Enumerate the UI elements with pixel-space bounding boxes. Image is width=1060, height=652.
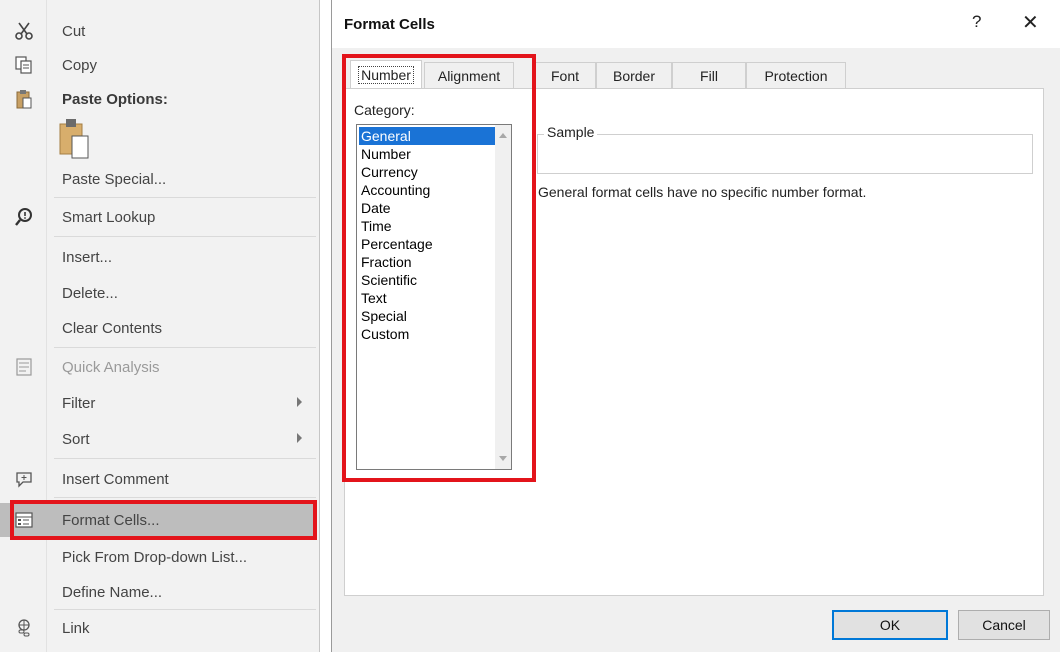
- sample-box: [537, 134, 1033, 174]
- tab-number[interactable]: Number: [350, 60, 422, 88]
- menu-item-paste-special[interactable]: Paste Special...: [0, 162, 316, 196]
- category-option-accounting[interactable]: Accounting: [359, 181, 430, 199]
- tab-fill[interactable]: Fill: [672, 62, 746, 88]
- category-option-general[interactable]: General: [359, 127, 497, 145]
- category-option-time[interactable]: Time: [359, 217, 392, 235]
- tab-label: Alignment: [437, 67, 501, 84]
- context-menu: Cut Copy Paste Options: Paste Special...…: [0, 0, 320, 652]
- category-scrollbar[interactable]: [495, 125, 511, 469]
- menu-item-label: Smart Lookup: [62, 208, 156, 226]
- ok-button[interactable]: OK: [832, 610, 948, 640]
- category-option-currency[interactable]: Currency: [359, 163, 418, 181]
- menu-item-define-name[interactable]: Define Name...: [0, 575, 316, 609]
- category-option-text[interactable]: Text: [359, 289, 387, 307]
- category-option-fraction[interactable]: Fraction: [359, 253, 412, 271]
- menu-item-label: Clear Contents: [62, 319, 163, 337]
- tab-font[interactable]: Font: [534, 62, 596, 88]
- menu-item-label: Insert Comment: [62, 470, 169, 488]
- menu-separator: [54, 236, 316, 237]
- menu-item-format-cells[interactable]: Format Cells...: [0, 503, 316, 537]
- scroll-up-icon[interactable]: [499, 133, 507, 138]
- format-description: General format cells have no specific nu…: [538, 184, 867, 200]
- menu-separator: [54, 497, 316, 498]
- close-icon[interactable]: ✕: [1022, 10, 1039, 35]
- menu-item-label: Insert...: [62, 248, 113, 266]
- menu-item-quick-analysis: Quick Analysis: [0, 350, 316, 384]
- paste-option-icon[interactable]: [56, 116, 96, 164]
- dialog-tabs: Number Alignment Font Border Fill Protec…: [344, 60, 1044, 88]
- category-option-percentage[interactable]: Percentage: [359, 235, 433, 253]
- menu-item-label: Copy: [62, 56, 98, 74]
- menu-item-link[interactable]: Link: [0, 611, 316, 645]
- menu-item-label: Link: [62, 619, 90, 637]
- menu-item-smart-lookup[interactable]: Smart Lookup: [0, 200, 316, 234]
- menu-item-label: Cut: [62, 22, 86, 40]
- chevron-right-icon: [297, 397, 302, 407]
- menu-item-label: Quick Analysis: [62, 358, 160, 376]
- menu-item-filter[interactable]: Filter: [0, 386, 316, 420]
- link-icon: [0, 611, 48, 645]
- menu-separator: [54, 197, 316, 198]
- format-cells-dialog: Format Cells ? ✕ Number Alignment Font B…: [331, 0, 1060, 652]
- tab-protection[interactable]: Protection: [746, 62, 846, 88]
- menu-item-label: Filter: [62, 394, 96, 412]
- menu-item-label: Pick From Drop-down List...: [62, 548, 248, 566]
- tab-label: Font: [550, 67, 579, 84]
- chevron-right-icon: [297, 433, 302, 443]
- scissors-icon: [0, 14, 48, 48]
- menu-item-label: Paste Special...: [62, 170, 167, 188]
- menu-item-delete[interactable]: Delete...: [0, 276, 316, 310]
- menu-separator: [54, 609, 316, 610]
- menu-item-label: Paste Options:: [62, 90, 168, 108]
- category-option-date[interactable]: Date: [359, 199, 391, 217]
- menu-item-insert-comment[interactable]: Insert Comment: [0, 462, 316, 496]
- menu-item-label: Delete...: [62, 284, 118, 302]
- menu-item-copy[interactable]: Copy: [0, 48, 316, 82]
- menu-separator: [54, 347, 316, 348]
- tab-alignment[interactable]: Alignment: [424, 62, 514, 88]
- comment-icon: [0, 462, 48, 496]
- menu-item-insert[interactable]: Insert...: [0, 240, 316, 274]
- cancel-button[interactable]: Cancel: [958, 610, 1050, 640]
- quick-analysis-icon: [0, 350, 48, 384]
- paste-icon: [0, 82, 48, 116]
- category-label: Category:: [354, 102, 415, 118]
- category-listbox[interactable]: General Number Currency Accounting Date …: [356, 124, 512, 470]
- category-option-scientific[interactable]: Scientific: [359, 271, 417, 289]
- format-cells-icon: [0, 503, 48, 537]
- menu-header-paste-options: Paste Options:: [0, 82, 316, 116]
- menu-item-clear-contents[interactable]: Clear Contents: [0, 311, 316, 345]
- sample-label: Sample: [544, 124, 598, 140]
- menu-item-label: Sort: [62, 430, 90, 448]
- copy-icon: [0, 48, 48, 82]
- menu-item-sort[interactable]: Sort: [0, 422, 316, 456]
- dialog-title: Format Cells: [344, 16, 435, 33]
- smart-lookup-icon: [0, 200, 48, 234]
- menu-item-label: Format Cells...: [62, 511, 160, 529]
- tab-label: Number: [358, 65, 414, 84]
- menu-item-cut[interactable]: Cut: [0, 14, 316, 48]
- category-option-custom[interactable]: Custom: [359, 325, 409, 343]
- tab-label: Border: [612, 67, 656, 84]
- tab-border[interactable]: Border: [596, 62, 672, 88]
- help-button[interactable]: ?: [972, 12, 981, 32]
- tab-label: Protection: [764, 67, 828, 84]
- category-option-number[interactable]: Number: [359, 145, 411, 163]
- menu-separator: [54, 458, 316, 459]
- scroll-down-icon[interactable]: [499, 456, 507, 461]
- tab-label: Fill: [700, 67, 718, 84]
- menu-item-pick-from-dropdown[interactable]: Pick From Drop-down List...: [0, 540, 316, 574]
- menu-item-label: Define Name...: [62, 583, 163, 601]
- dialog-title-bar[interactable]: Format Cells ? ✕: [332, 0, 1060, 48]
- category-option-special[interactable]: Special: [359, 307, 407, 325]
